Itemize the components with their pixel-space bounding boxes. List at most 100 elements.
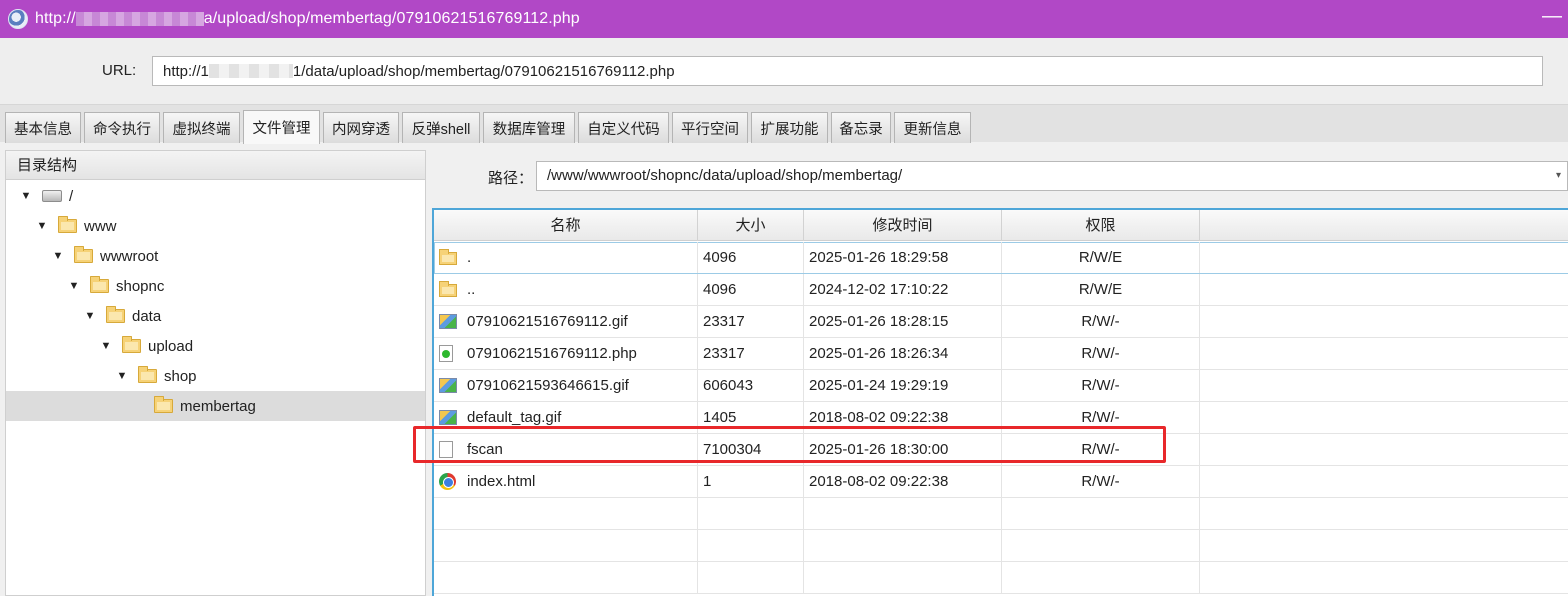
tree-node-label: www [84,217,117,235]
tree-node-label: shop [164,367,197,385]
tab-memo[interactable]: 备忘录 [831,112,891,143]
file-mtime: 2018-08-02 09:22:38 [804,402,1002,433]
redacted-url-block [208,64,293,78]
tree-node-upload[interactable]: ▼ upload [6,331,425,361]
tree-node-wwwroot[interactable]: ▼ wwwroot [6,241,425,271]
folder-icon [74,246,93,263]
path-label: 路径： [488,170,534,187]
window-title-suffix: a/upload/shop/membertag/0791062151676911… [203,10,580,27]
folder-icon [439,281,457,297]
tab-custom-code[interactable]: 自定义代码 [578,112,669,143]
expanded-arrow-icon[interactable]: ▼ [20,190,32,202]
file-mtime: 2025-01-26 18:30:00 [804,434,1002,465]
tree-node-label: membertag [180,397,256,415]
tree-node-label: data [132,307,162,325]
table-row[interactable]: .. 4096 2024-12-02 17:10:22 R/W/E [434,274,1568,306]
tab-parallel-space[interactable]: 平行空间 [672,112,748,143]
tree-node-membertag[interactable]: membertag [6,391,425,421]
column-header-name[interactable]: 名称 [434,210,698,241]
folder-icon [122,336,141,353]
table-row[interactable]: 07910621516769112.gif 23317 2025-01-26 1… [434,306,1568,338]
tab-file-manager[interactable]: 文件管理 [243,110,320,144]
chrome-html-file-icon [439,473,456,490]
tab-command-exec[interactable]: 命令执行 [84,112,160,143]
table-header: 名称 大小 修改时间 权限 [434,210,1568,241]
expanded-arrow-icon[interactable]: ▼ [84,310,96,322]
file-name: 07910621593646615.gif [467,377,629,394]
file-size: 1 [698,466,804,497]
file-mtime: 2025-01-24 19:29:19 [804,370,1002,401]
column-header-perm[interactable]: 权限 [1002,210,1200,241]
tab-bar: 基本信息 命令执行 虚拟终端 文件管理 内网穿透 反弹shell 数据库管理 自… [0,104,1568,144]
image-file-icon [439,314,457,329]
file-mtime: 2025-01-26 18:26:34 [804,338,1002,369]
column-header-size[interactable]: 大小 [698,210,804,241]
tree-node-label: / [69,187,74,205]
file-perm: R/W/- [1002,466,1200,497]
path-dropdown-icon[interactable]: ▾ [1556,162,1568,190]
file-size: 4096 [698,274,804,305]
tab-virtual-terminal[interactable]: 虚拟终端 [163,112,240,143]
table-row[interactable]: 07910621593646615.gif 606043 2025-01-24 … [434,370,1568,402]
window-titlebar: http:// a/upload/shop/membertag/079106215… [0,0,1568,38]
window-title-prefix: http:// [35,10,76,27]
tree-header: 目录结构 [6,151,425,180]
file-perm: R/W/- [1002,306,1200,337]
tree-node-www[interactable]: ▼ www [6,211,425,241]
expanded-arrow-icon[interactable]: ▼ [100,340,112,352]
path-value: /www/wwwroot/shopnc/data/upload/shop/mem… [547,167,903,184]
tab-update-info[interactable]: 更新信息 [894,112,971,143]
expanded-arrow-icon[interactable]: ▼ [36,220,48,232]
column-header-mtime[interactable]: 修改时间 [804,210,1002,241]
table-row[interactable]: index.html 1 2018-08-02 09:22:38 R/W/- [434,466,1568,498]
expanded-arrow-icon[interactable]: ▼ [52,250,64,262]
tab-basic-info[interactable]: 基本信息 [5,112,81,143]
path-input[interactable]: /www/wwwroot/shopnc/data/upload/shop/mem… [536,161,1568,191]
minimize-button[interactable]: — [1542,6,1562,28]
tree-node-data[interactable]: ▼ data [6,301,425,331]
file-mtime: 2018-08-02 09:22:38 [804,466,1002,497]
tree-node-root[interactable]: ▼ / [6,181,425,211]
url-label: URL: [102,62,137,79]
tab-extensions[interactable]: 扩展功能 [751,112,828,143]
file-size: 23317 [698,338,804,369]
tree-node-label: wwwroot [100,247,159,265]
folder-icon [58,216,77,233]
file-size: 1405 [698,402,804,433]
expanded-arrow-icon[interactable]: ▼ [68,280,80,292]
drive-icon [42,190,62,202]
table-row[interactable]: default_tag.gif 1405 2018-08-02 09:22:38… [434,402,1568,434]
file-size: 23317 [698,306,804,337]
file-perm: R/W/- [1002,402,1200,433]
file-name: index.html [467,473,536,490]
url-row: URL: http://1 1/data/upload/shop/membert… [0,38,1568,104]
table-row[interactable]: fscan 7100304 2025-01-26 18:30:00 R/W/- [434,434,1568,466]
empty-row [434,498,1568,530]
table-row[interactable]: 07910621516769112.php 23317 2025-01-26 1… [434,338,1568,370]
table-row[interactable]: . 4096 2025-01-26 18:29:58 R/W/E [434,242,1568,274]
app-globe-icon [8,9,28,29]
expanded-arrow-icon[interactable]: ▼ [116,370,128,382]
url-value-prefix: http://1 [163,62,209,80]
file-name: fscan [467,441,503,458]
tab-reverse-shell[interactable]: 反弹shell [402,112,480,143]
image-file-icon [439,378,457,393]
window-title: http:// a/upload/shop/membertag/079106215… [35,10,580,28]
url-input[interactable]: http://1 1/data/upload/shop/membertag/07… [152,56,1543,86]
directory-tree-panel: 目录结构 ▼ / ▼ www ▼ wwwroot ▼ shopnc ▼ data… [5,150,426,596]
file-name: 07910621516769112.php [467,345,637,362]
file-perm: R/W/E [1002,274,1200,305]
tree-node-shopnc[interactable]: ▼ shopnc [6,271,425,301]
tab-database-manager[interactable]: 数据库管理 [483,112,575,143]
tree-node-shop[interactable]: ▼ shop [6,361,425,391]
file-perm: R/W/E [1002,242,1200,273]
image-file-icon [439,410,457,425]
folder-icon [90,276,109,293]
file-mtime: 2024-12-02 17:10:22 [804,274,1002,305]
folder-icon [439,249,457,265]
file-perm: R/W/- [1002,338,1200,369]
tab-intranet-tunnel[interactable]: 内网穿透 [323,112,399,143]
file-name: . [467,249,472,266]
empty-row [434,530,1568,562]
file-perm: R/W/- [1002,434,1200,465]
